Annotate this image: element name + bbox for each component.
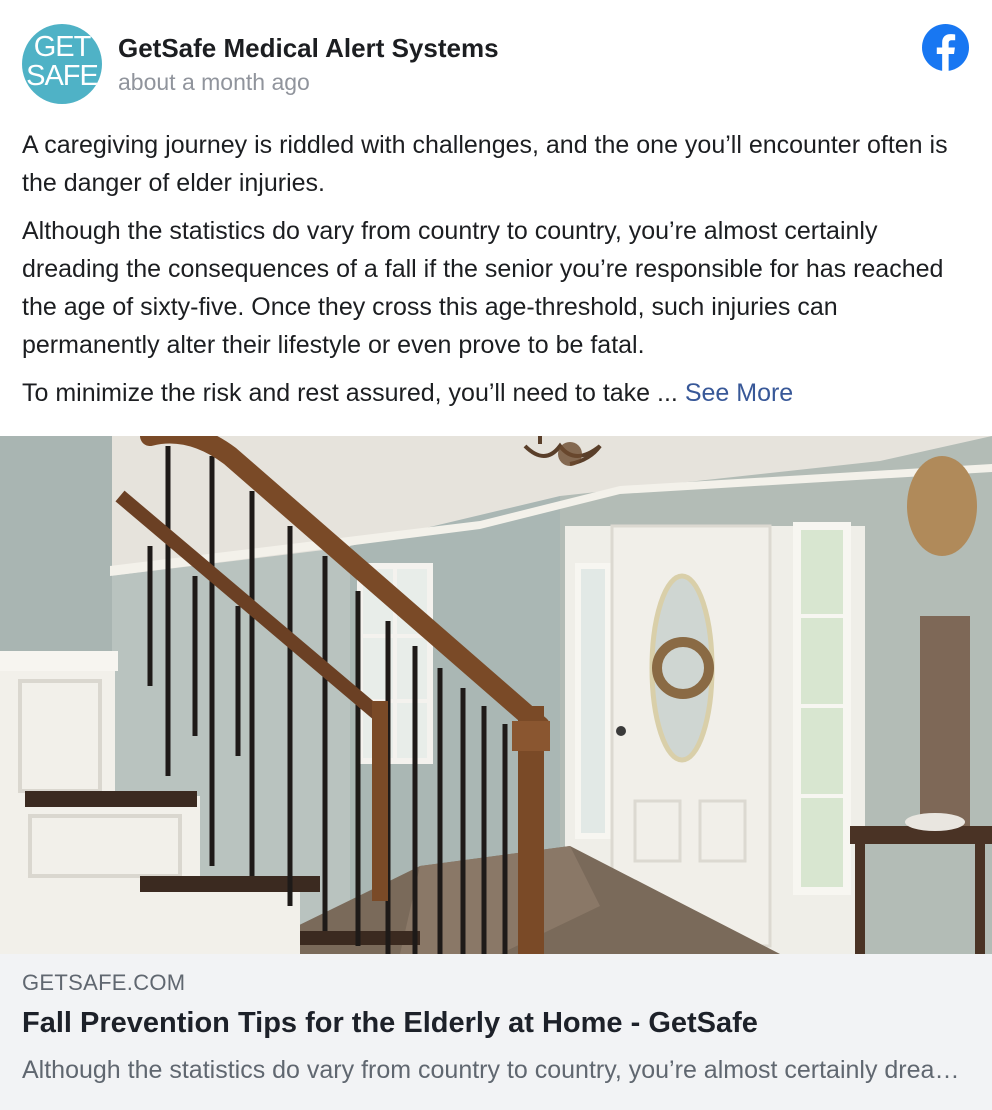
facebook-post-embed: GET SAFE GetSafe Medical Alert Systems a… [0,0,992,1110]
avatar-logo-text: GET SAFE [26,31,99,92]
page-avatar[interactable]: GET SAFE [22,24,102,104]
post-message: A caregiving journey is riddled with cha… [22,126,977,422]
post-timestamp[interactable]: about a month ago [118,69,310,96]
see-more-link[interactable]: See More [685,379,793,407]
link-preview-image[interactable] [0,436,992,954]
foyer-staircase-photo [0,436,992,954]
truncated-text: To minimize the risk and rest assured, y… [22,379,685,407]
link-description[interactable]: Although the statistics do vary from cou… [22,1056,970,1085]
link-domain[interactable]: GETSAFE.COM [22,970,185,996]
post-header: GET SAFE GetSafe Medical Alert Systems a… [0,0,992,120]
page-name-link[interactable]: GetSafe Medical Alert Systems [118,33,499,64]
facebook-icon[interactable] [922,24,969,71]
link-title[interactable]: Fall Prevention Tips for the Elderly at … [22,1007,758,1040]
post-paragraph: Although the statistics do vary from cou… [22,217,944,359]
post-paragraph: A caregiving journey is riddled with cha… [22,131,948,197]
post-paragraph-truncated: To minimize the risk and rest assured, y… [22,374,977,412]
